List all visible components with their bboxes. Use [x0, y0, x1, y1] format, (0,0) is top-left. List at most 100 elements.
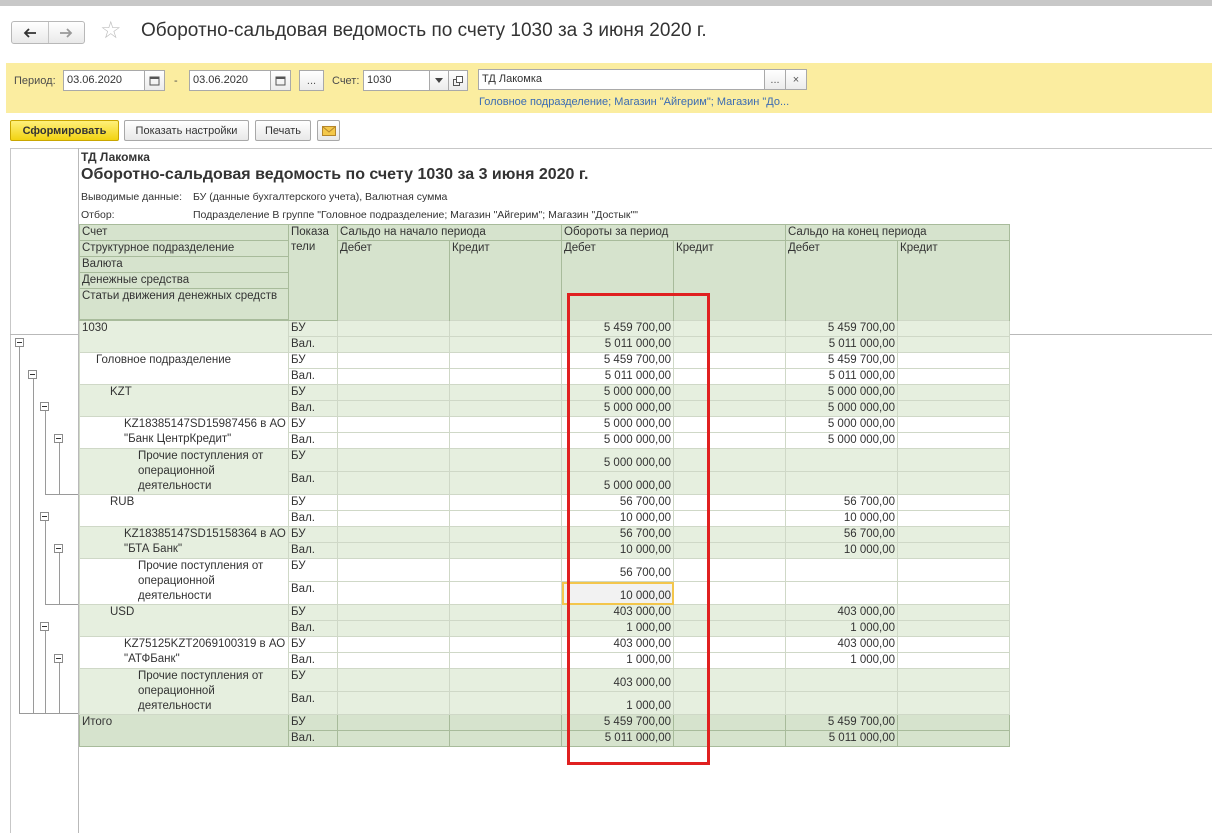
header-account: Счет — [79, 224, 289, 241]
tree-line — [45, 494, 78, 495]
filter-value: Подразделение В группе "Головное подразд… — [193, 209, 638, 221]
print-button[interactable]: Печать — [255, 120, 311, 141]
opening-debit-cell — [337, 384, 450, 401]
opening-credit-cell — [449, 320, 562, 337]
table-row[interactable]: Прочие поступления от операционной деяте… — [79, 448, 1010, 495]
date-from-calendar-button[interactable] — [144, 70, 165, 91]
report-body: 1030 БУ 5 459 700,00 5 459 700,00 Вал. 5 011 … — [79, 320, 1010, 747]
closing-credit-cell — [897, 668, 1010, 692]
header-debit: Дебет — [785, 240, 898, 321]
collapse-toggle[interactable] — [40, 512, 49, 521]
indicator-cell: БУ — [288, 558, 338, 582]
table-row[interactable]: KZ75125KZT2069100319 в АО "АТФБанк" БУ 403… — [79, 636, 1010, 669]
indicator-cell: Вал. — [288, 432, 338, 449]
table-row[interactable]: Головное подразделение БУ 5 459 700,00 5 45… — [79, 352, 1010, 385]
closing-credit-cell — [897, 494, 1010, 511]
opening-credit-cell — [449, 558, 562, 582]
closing-debit-cell — [785, 558, 898, 582]
date-from-field[interactable]: 03.06.2020 — [63, 70, 145, 91]
collapse-toggle[interactable] — [40, 402, 49, 411]
account-label: Счет: — [332, 75, 360, 87]
department-selection-link[interactable]: Головное подразделение; Магазин "Айгерим… — [479, 96, 789, 108]
opening-credit-cell — [449, 636, 562, 653]
closing-credit-cell — [897, 730, 1010, 747]
collapse-toggle[interactable] — [40, 622, 49, 631]
date-to-field[interactable]: 03.06.2020 — [189, 70, 271, 91]
show-settings-button[interactable]: Показать настройки — [124, 120, 249, 141]
closing-credit-cell — [897, 620, 1010, 637]
collapse-toggle[interactable] — [54, 544, 63, 553]
closing-credit-cell — [897, 526, 1010, 543]
opening-debit-cell — [337, 416, 450, 433]
closing-credit-cell — [897, 400, 1010, 417]
table-row[interactable]: KZT БУ 5 000 000,00 5 000 000,00 — [79, 384, 1010, 417]
header-indicators: Показа тели — [288, 224, 338, 321]
opening-credit-cell — [449, 494, 562, 511]
report-title: Оборотно-сальдовая ведомость по счету 10… — [81, 166, 589, 183]
window-top-strip — [0, 0, 1212, 6]
star-icon[interactable]: ☆ — [100, 18, 122, 44]
opening-credit-cell — [449, 448, 562, 472]
closing-debit-cell: 5 459 700,00 — [785, 320, 898, 337]
closing-debit-cell: 5 459 700,00 — [785, 352, 898, 369]
tree-line — [59, 661, 60, 713]
opening-debit-cell — [337, 581, 450, 605]
table-row[interactable]: KZ18385147SD15987456 в АО "Банк ЦентрКре… — [79, 416, 1010, 449]
email-button[interactable] — [317, 120, 340, 141]
date-to-calendar-button[interactable] — [270, 70, 291, 91]
table-row[interactable]: USD БУ 403 000,00 403 000,00 — [79, 604, 1010, 637]
account-field[interactable]: 1030 — [363, 70, 430, 91]
opening-debit-cell — [337, 730, 450, 747]
calendar-icon — [149, 76, 160, 86]
collapse-toggle[interactable] — [28, 370, 37, 379]
indicator-cell: Вал. — [288, 581, 338, 605]
table-row[interactable]: KZ18385147SD15158364 в АО "БТА Банк" БУ 56… — [79, 526, 1010, 559]
indicator-cell: Вал. — [288, 620, 338, 637]
opening-credit-cell — [449, 652, 562, 669]
parameters-panel: Период: 03.06.2020 - 03.06.2020 ... Счет… — [6, 63, 1212, 113]
indicator-cell: БУ — [288, 448, 338, 472]
opening-credit-cell — [449, 526, 562, 543]
header-opening-balance: Сальдо на начало периода — [337, 224, 562, 241]
table-row[interactable]: Итого БУ 5 459 700,00 5 459 700,00 — [79, 714, 1010, 747]
account-dropdown-button[interactable] — [429, 70, 449, 91]
opening-credit-cell — [449, 400, 562, 417]
header-turnover: Обороты за период — [561, 224, 786, 241]
table-row[interactable]: 1030 БУ 5 459 700,00 5 459 700,00 — [79, 320, 1010, 353]
organization-select-button[interactable]: ... — [764, 69, 786, 90]
row-name: KZT — [79, 384, 289, 417]
opening-debit-cell — [337, 320, 450, 337]
indicator-cell: БУ — [288, 714, 338, 731]
back-button[interactable] — [12, 22, 48, 43]
opening-credit-cell — [449, 542, 562, 559]
indicator-cell: Вал. — [288, 691, 338, 715]
row-name: USD — [79, 604, 289, 637]
indicator-cell: БУ — [288, 320, 338, 337]
indicator-cell: Вал. — [288, 510, 338, 527]
organization-clear-button[interactable]: × — [785, 69, 807, 90]
collapse-toggle[interactable] — [54, 434, 63, 443]
period-select-button[interactable]: ... — [299, 70, 324, 91]
generate-button[interactable]: Сформировать — [10, 120, 119, 141]
account-open-button[interactable] — [448, 70, 468, 91]
collapse-toggle[interactable] — [54, 654, 63, 663]
row-name: KZ75125KZT2069100319 в АО "АТФБанк" — [79, 636, 289, 669]
opening-debit-cell — [337, 636, 450, 653]
closing-credit-cell — [897, 320, 1010, 337]
table-row[interactable]: Прочие поступления от операционной деяте… — [79, 668, 1010, 715]
opening-credit-cell — [449, 336, 562, 353]
organization-field[interactable]: ТД Лакомка — [478, 69, 765, 90]
closing-debit-cell: 5 459 700,00 — [785, 714, 898, 731]
header-dimension: Денежные средства — [79, 272, 289, 289]
closing-debit-cell: 5 000 000,00 — [785, 400, 898, 417]
forward-button[interactable] — [47, 22, 85, 43]
closing-credit-cell — [897, 691, 1010, 715]
indicator-cell: БУ — [288, 526, 338, 543]
closing-debit-cell: 5 000 000,00 — [785, 384, 898, 401]
indicator-cell: БУ — [288, 636, 338, 653]
table-row[interactable]: Прочие поступления от операционной деяте… — [79, 558, 1010, 605]
closing-credit-cell — [897, 368, 1010, 385]
table-row[interactable]: RUB БУ 56 700,00 56 700,00 — [79, 494, 1010, 527]
collapse-toggle[interactable] — [15, 338, 24, 347]
closing-credit-cell — [897, 581, 1010, 605]
